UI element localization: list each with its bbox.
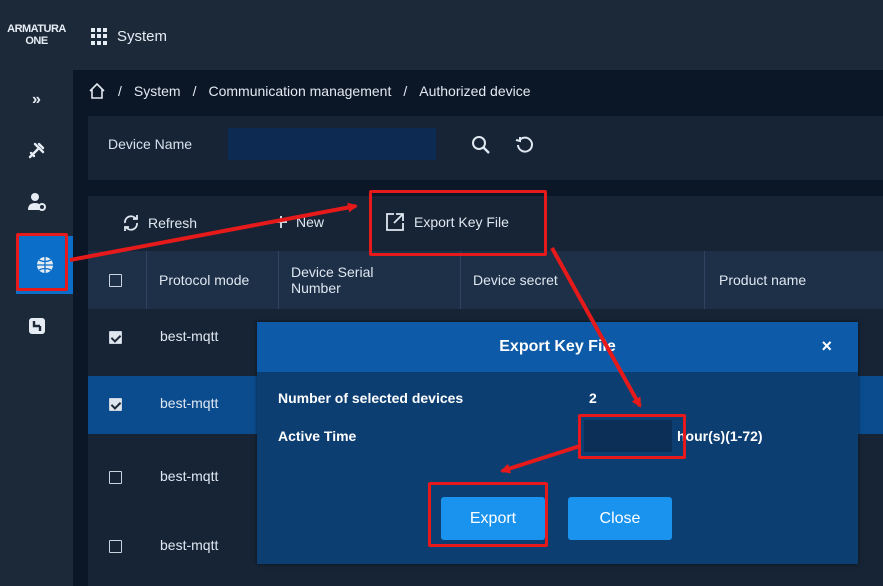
breadcrumb-separator: / [403,83,408,99]
brand-logo: ARMATURA ONE [0,0,73,70]
device-name-input[interactable] [228,128,436,160]
refresh-button[interactable]: Refresh [122,214,197,232]
device-name-label: Device Name [108,136,193,152]
breadcrumb: / System / Communication management / Au… [88,82,531,100]
breadcrumb-item-system[interactable]: System [134,83,181,99]
dialog-header: Export Key File × [257,322,858,372]
export-key-file-dialog: Export Key File × Number of selected dev… [257,322,858,564]
hour-hint-label: hour(s)(1-72) [677,428,763,444]
highlight-box-sidebar [16,233,68,291]
brand-line2: ONE [25,35,48,47]
search-icon[interactable] [470,134,492,162]
search-panel: Device Name [88,116,883,180]
brand-line1: ARMATURA [7,23,66,35]
row-protocol-mode: best-mqtt [160,468,219,484]
breadcrumb-item-communication[interactable]: Communication management [208,83,391,99]
active-time-label: Active Time [278,428,357,444]
user-settings-icon[interactable] [0,180,73,224]
row-checkbox[interactable] [109,471,122,484]
row-checkbox[interactable] [109,398,122,411]
column-device-secret[interactable]: Device secret [460,251,704,309]
row-protocol-mode: best-mqtt [160,537,219,553]
breadcrumb-separator: / [192,83,197,99]
selected-devices-value: 2 [589,390,597,406]
close-icon[interactable]: × [821,336,832,357]
dialog-title: Export Key File [499,338,616,355]
breadcrumb-item-authorized-device: Authorized device [419,83,531,99]
column-device-serial-number[interactable]: Device Serial Number [278,251,460,309]
row-protocol-mode: best-mqtt [160,395,219,411]
app-title: System [117,28,168,45]
select-all-checkbox[interactable] [109,273,122,287]
row-checkbox[interactable] [109,331,122,344]
expand-sidebar-icon[interactable]: » [0,78,73,122]
breadcrumb-separator: / [118,83,122,99]
reset-icon[interactable] [514,133,536,161]
close-button[interactable]: Close [568,497,672,540]
sidebar: » [0,70,73,586]
top-bar: ARMATURA ONE System [0,0,883,70]
serial-header-line2: Number [291,280,341,296]
select-all-cell [88,251,146,309]
new-button[interactable]: New [274,214,324,230]
column-product-name[interactable]: Product name [704,251,883,309]
tools-icon[interactable] [0,128,73,172]
refresh-icon [124,215,138,231]
plus-icon [275,216,287,228]
row-checkbox[interactable] [109,540,122,553]
device-link-icon[interactable] [0,304,73,348]
column-protocol-mode[interactable]: Protocol mode [146,251,278,309]
row-protocol-mode: best-mqtt [160,328,219,344]
highlight-box-export-button [428,482,548,547]
table-header: Protocol mode Device Serial Number Devic… [88,251,883,309]
highlight-box-active-time [578,414,686,459]
serial-header-line1: Device Serial [291,264,374,280]
highlight-box-export-key-file [369,190,547,256]
new-label: New [296,214,325,230]
apps-grid-icon[interactable] [91,28,108,45]
selected-devices-label: Number of selected devices [278,390,464,406]
refresh-label: Refresh [148,215,198,231]
home-icon[interactable] [88,82,106,100]
